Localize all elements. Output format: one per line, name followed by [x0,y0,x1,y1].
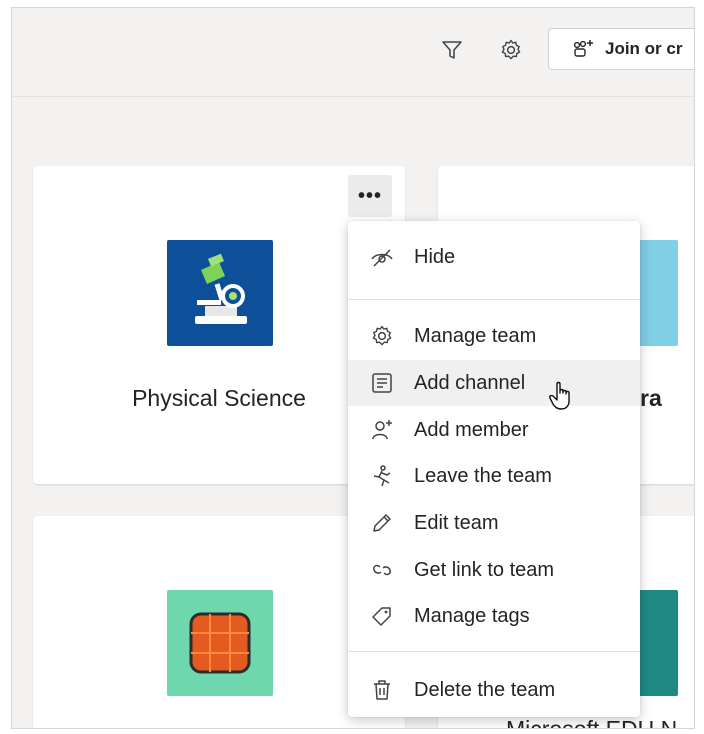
teams-view: Join or cr Physical Science ora Microsof… [11,7,695,729]
microscope-icon [167,240,273,346]
trash-icon [370,678,394,702]
menu-item-add-member[interactable]: Add member [348,407,640,453]
menu-item-delete-team[interactable]: Delete the team [348,667,640,713]
menu-item-manage-tags[interactable]: Manage tags [348,593,640,639]
menu-item-add-channel[interactable]: Add channel [348,360,640,410]
menu-item-label: Add member [414,418,529,441]
menu-divider [348,651,640,652]
hide-icon [370,245,394,269]
link-icon [370,558,394,582]
menu-item-label: Add channel [414,371,526,394]
menu-item-edit-team[interactable]: Edit team [348,500,640,546]
team-name: Microsoft EDU N [506,716,678,729]
add-member-icon [370,418,394,442]
leave-icon [370,464,394,488]
pencil-icon [370,511,394,535]
menu-item-get-link[interactable]: Get link to team [348,547,640,593]
team-add-icon [573,40,593,57]
menu-item-label: Manage team [414,324,537,347]
top-toolbar: Join or cr [12,8,694,97]
menu-item-label: Get link to team [414,558,555,581]
orange-grid-icon [167,590,273,696]
menu-divider [348,299,640,300]
gear-icon[interactable] [497,36,525,64]
channel-icon [370,371,394,395]
menu-item-label: Hide [414,245,456,268]
filter-icon[interactable] [438,36,466,64]
menu-item-hide[interactable]: Hide [348,234,640,280]
team-context-menu: Hide Manage team Add channel Add member … [348,221,640,717]
menu-item-manage-team[interactable]: Manage team [348,313,640,359]
menu-item-label: Edit team [414,511,499,534]
menu-item-label: Delete the team [414,678,556,701]
join-or-create-team-button[interactable]: Join or cr [548,28,694,70]
tag-icon [370,604,394,628]
more-options-button[interactable]: ••• [348,175,392,217]
menu-item-label: Manage tags [414,604,530,627]
menu-item-label: Leave the team [414,464,552,487]
gear-icon [370,324,394,348]
menu-item-leave-team[interactable]: Leave the team [348,453,640,499]
join-button-label: Join or cr [605,39,683,58]
